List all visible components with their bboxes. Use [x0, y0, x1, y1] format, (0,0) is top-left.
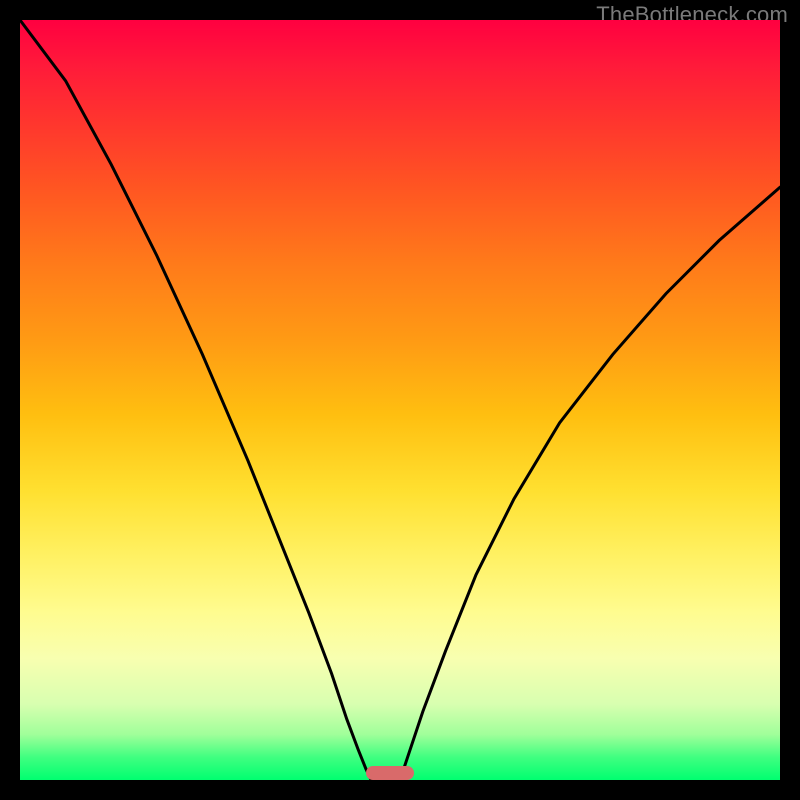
- right-branch-curve: [400, 187, 780, 780]
- curve-layer: [20, 20, 780, 780]
- plot-frame: [20, 20, 780, 780]
- cusp-marker: [366, 766, 414, 780]
- left-branch-curve: [20, 20, 371, 780]
